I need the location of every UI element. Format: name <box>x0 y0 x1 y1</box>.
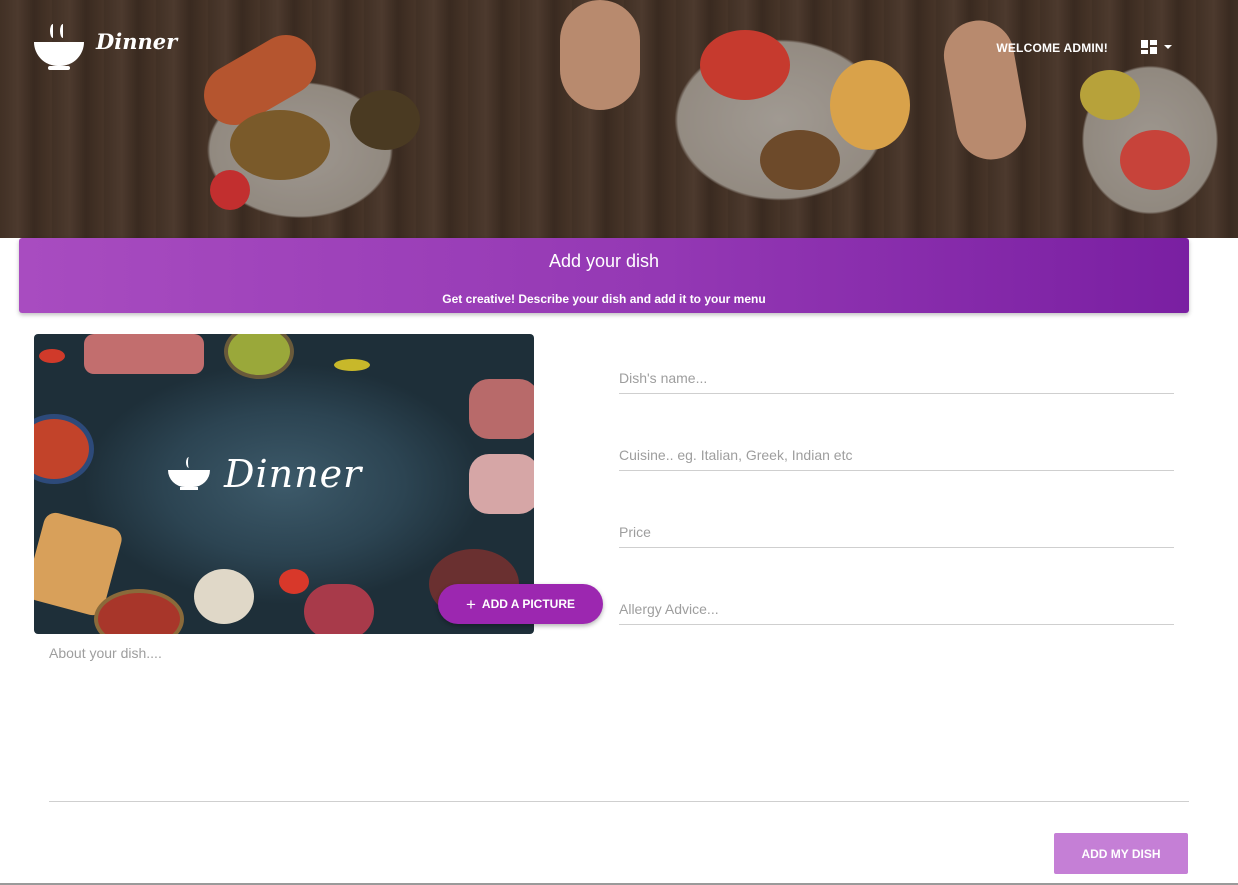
bowl-icon <box>34 22 84 72</box>
brand-name: Dinner <box>96 28 178 54</box>
dish-name-input[interactable] <box>619 370 1174 394</box>
bowl-icon <box>168 456 210 492</box>
allergy-advice-input[interactable] <box>619 601 1174 625</box>
dish-description-textarea[interactable] <box>49 644 1189 802</box>
add-picture-label: ADD A PICTURE <box>481 597 576 611</box>
add-my-dish-button[interactable]: ADD MY DISH <box>1054 833 1188 874</box>
welcome-text: WELCOME ADMIN! <box>996 41 1108 55</box>
price-input[interactable] <box>619 524 1174 548</box>
page-header-card: Add your dish Get creative! Describe you… <box>19 238 1189 313</box>
hero-banner-image: Dinner WELCOME ADMIN! <box>0 0 1238 238</box>
dinner-logo-overlay: Dinner <box>168 452 362 496</box>
brand-logo[interactable]: Dinner <box>34 22 177 72</box>
logo-text: Dinner <box>224 452 363 496</box>
page-subtitle: Get creative! Describe your dish and add… <box>442 292 766 306</box>
page-title: Add your dish <box>548 251 660 271</box>
add-picture-button[interactable]: + ADD A PICTURE <box>438 584 603 624</box>
cuisine-input[interactable] <box>619 447 1174 471</box>
chevron-down-icon <box>1164 45 1172 49</box>
dashboard-icon <box>1141 40 1157 54</box>
dashboard-menu-button[interactable] <box>1141 40 1172 54</box>
plus-icon: + <box>465 594 476 614</box>
